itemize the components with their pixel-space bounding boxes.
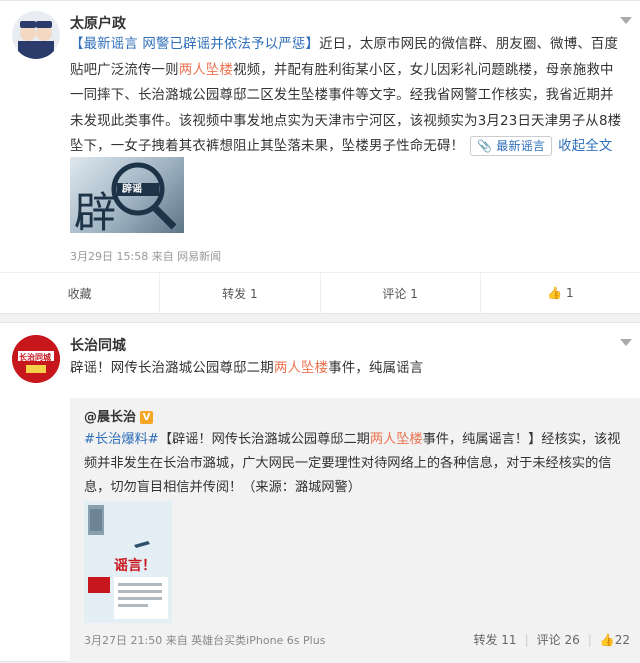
repost-author[interactable]: @晨长治 V <box>84 406 154 425</box>
tag-button-latest-rumor[interactable]: 📎 最新谣言 <box>470 136 553 156</box>
repost-stats: 转发 11 | 评论 26 | 👍22 <box>473 633 630 647</box>
repost-author-name[interactable]: @晨长治 <box>84 410 136 425</box>
avatar-changzhi-tongcheng[interactable]: 长治同城 <box>12 335 60 383</box>
repost-text-part-a: 【辟谣！网传长治潞城公园尊邸二期 <box>158 432 370 447</box>
poster-caption: 谣言！ <box>114 558 156 574</box>
police-avatar-image <box>12 11 60 59</box>
tag-button-label: 最新谣言 <box>496 139 546 153</box>
author-name[interactable]: 太原户政 <box>70 13 126 33</box>
keyword-highlight[interactable]: 两人坠楼 <box>370 432 423 447</box>
magnifier-icon: 辟 <box>74 162 177 233</box>
hashtag-link[interactable]: #长治爆料# <box>84 432 159 447</box>
repost-image-rumor-poster[interactable]: 谣言！ <box>84 501 172 623</box>
avatar-text: 长治同城 <box>19 353 51 362</box>
comment-count-link[interactable]: 评论 26 <box>537 633 580 647</box>
like-count: 1 <box>566 286 574 300</box>
post-image-rumor-debunk[interactable]: 辟 辟谣 <box>70 157 184 233</box>
post-text: 辟谣！网传长治潞城公园尊邸二期两人坠楼事件，纯属谣言 <box>70 356 626 382</box>
repost-button[interactable]: 转发 1 <box>160 273 321 313</box>
repost-label: 转发 1 <box>222 286 258 301</box>
like-button[interactable]: 👍 1 <box>481 273 640 313</box>
favorite-button[interactable]: 收藏 <box>0 273 161 313</box>
verified-badge-icon: V <box>140 411 154 424</box>
headline-link[interactable]: 【最新谣言 网警已辟谣并依法予以严惩】 <box>70 37 319 52</box>
favorite-label: 收藏 <box>67 286 92 301</box>
post-text-part-b: 事件，纯属谣言 <box>328 361 424 376</box>
weibo-post-changzhi: 长治同城 长治同城 辟谣！网传长治潞城公园尊邸二期两人坠楼事件，纯属谣言 @晨长… <box>0 322 640 663</box>
keyword-highlight[interactable]: 两人坠楼 <box>179 63 233 78</box>
post-meta: 3月29日 15:58 来自 网易新闻 <box>70 250 222 263</box>
avatar-taiyuan-huzheng[interactable] <box>12 11 60 59</box>
like-count[interactable]: 22 <box>615 633 630 647</box>
weibo-post-taiyuan: 太原户政 【最新谣言 网警已辟谣并依法予以严惩】近日，太原市网民的微信群、朋友圈… <box>0 0 640 314</box>
thumbs-up-icon[interactable]: 👍 <box>600 633 615 647</box>
repost-text: #长治爆料#【辟谣！网传长治潞城公园尊邸二期两人坠楼事件，纯属谣言！】经核实，该… <box>84 428 626 500</box>
reposted-weibo[interactable]: @晨长治 V #长治爆料#【辟谣！网传长治潞城公园尊邸二期两人坠楼事件，纯属谣言！… <box>70 398 640 663</box>
author-name[interactable]: 长治同城 <box>70 335 126 355</box>
comment-button[interactable]: 评论 1 <box>321 273 481 313</box>
post-text-part-a: 辟谣！网传长治潞城公园尊邸二期 <box>70 361 274 376</box>
chevron-down-icon[interactable] <box>620 17 632 24</box>
chevron-down-icon[interactable] <box>620 339 632 346</box>
thumbs-up-icon: 👍 <box>547 286 563 300</box>
post-action-bar: 收藏 转发 1 评论 1 👍 1 <box>0 272 640 313</box>
collapse-fulltext-link[interactable]: 收起全文 <box>558 139 612 154</box>
svg-text:辟: 辟 <box>74 188 116 233</box>
repost-count-link[interactable]: 转发 11 <box>473 633 516 647</box>
repost-meta: 3月27日 21:50 来自 英雄台买类iPhone 6s Plus <box>84 634 326 647</box>
image-caption: 辟谣 <box>122 184 142 195</box>
comment-label: 评论 1 <box>382 286 418 301</box>
keyword-highlight[interactable]: 两人坠楼 <box>274 361 328 376</box>
